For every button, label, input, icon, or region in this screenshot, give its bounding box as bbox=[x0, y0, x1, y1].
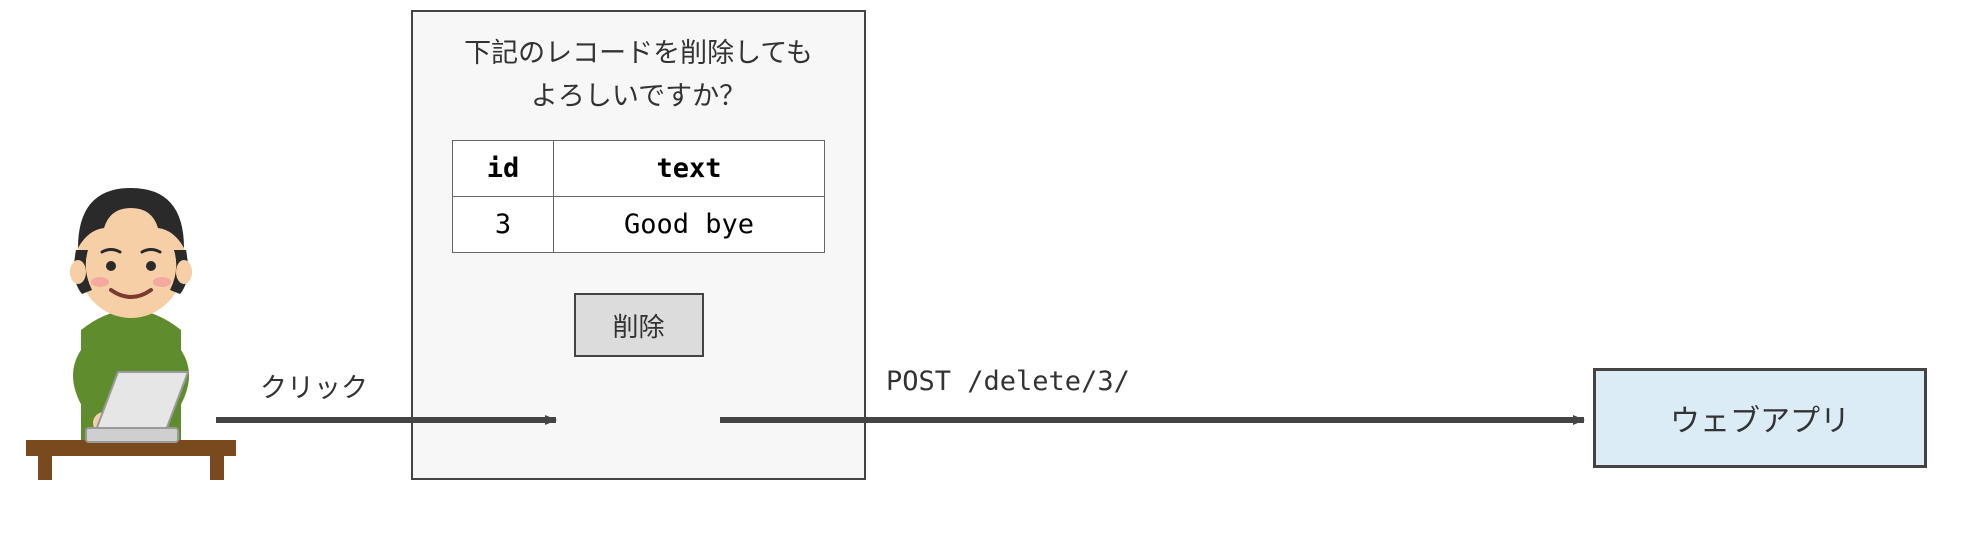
dialog-title-line1: 下記のレコードを削除しても bbox=[464, 38, 813, 69]
dialog-title-line2: よろしいですか？ bbox=[531, 81, 746, 112]
table-row: 3 Good bye bbox=[453, 197, 825, 253]
dialog-title: 下記のレコードを削除しても よろしいですか？ bbox=[433, 32, 844, 118]
cell-text: Good bye bbox=[554, 197, 825, 253]
col-id-header: id bbox=[453, 141, 554, 197]
user-at-laptop-icon bbox=[26, 170, 236, 480]
confirm-delete-dialog: 下記のレコードを削除しても よろしいですか？ id text 3 Good by… bbox=[411, 10, 866, 480]
record-table: id text 3 Good bye bbox=[452, 140, 825, 253]
label-request: POST /delete/3/ bbox=[884, 366, 1132, 397]
delete-button[interactable]: 削除 bbox=[574, 293, 704, 357]
webapp-box: ウェブアプリ bbox=[1593, 368, 1927, 468]
webapp-label: ウェブアプリ bbox=[1670, 396, 1850, 440]
label-click: クリック bbox=[258, 366, 370, 405]
table-header-row: id text bbox=[453, 141, 825, 197]
diagram-stage: 下記のレコードを削除しても よろしいですか？ id text 3 Good by… bbox=[0, 0, 1978, 536]
col-text-header: text bbox=[554, 141, 825, 197]
cell-id: 3 bbox=[453, 197, 554, 253]
